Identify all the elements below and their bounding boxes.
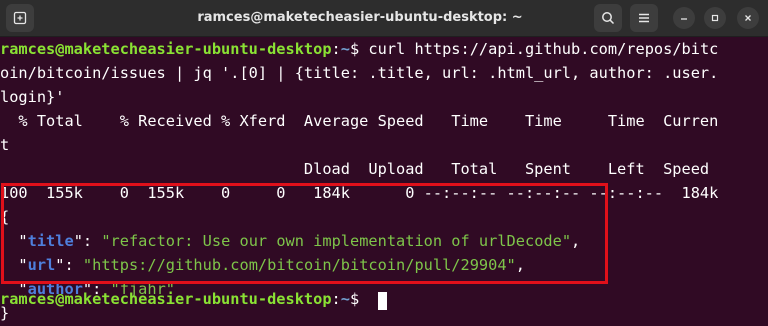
prompt-user-host: ramces@maketecheasier-ubuntu-desktop [0,290,332,308]
prompt-symbol: $ [349,290,360,308]
title-bar: ramces@maketecheasier-ubuntu-desktop: ~ [0,0,768,37]
hamburger-menu-icon [639,13,649,23]
maximize-icon [711,14,719,22]
menu-button[interactable] [630,4,658,32]
search-icon [602,12,615,25]
window-title: ramces@maketecheasier-ubuntu-desktop: ~ [197,10,523,25]
prompt-path: ~ [340,290,350,308]
close-icon [745,15,751,21]
new-tab-icon [13,11,27,25]
prompt-colon: : [331,290,341,308]
command-line-3: login}' [0,88,65,106]
progress-header-3: Dload Upload Total Spent Left Speed [0,160,710,178]
maximize-button[interactable] [704,7,726,29]
close-button[interactable] [737,7,759,29]
command-text-1: curl https://api.github.com/repos/bitc [359,40,719,58]
highlight-box [1,183,608,284]
minimize-icon [681,18,687,20]
search-button[interactable] [594,4,622,32]
progress-header-1: % Total % Received % Xferd Average Speed… [0,112,719,130]
progress-header-2: t [0,136,10,154]
prompt-line-final: ramces@maketecheasier-ubuntu-desktop:~$ [0,287,359,311]
text-cursor [378,292,387,310]
prompt-colon: : [331,40,341,58]
prompt-path: ~ [340,40,350,58]
command-line-1: ramces@maketecheasier-ubuntu-desktop:~$ … [0,37,718,61]
prompt-user-host: ramces@maketecheasier-ubuntu-desktop [0,40,332,58]
new-tab-button[interactable] [6,4,34,32]
terminal-window: ramces@maketecheasier-ubuntu-desktop: ~ [0,0,768,326]
prompt-symbol: $ [349,40,360,58]
command-line-2: oin/bitcoin/issues | jq '.[0] | {title: … [0,64,719,82]
minimize-button[interactable] [673,7,695,29]
